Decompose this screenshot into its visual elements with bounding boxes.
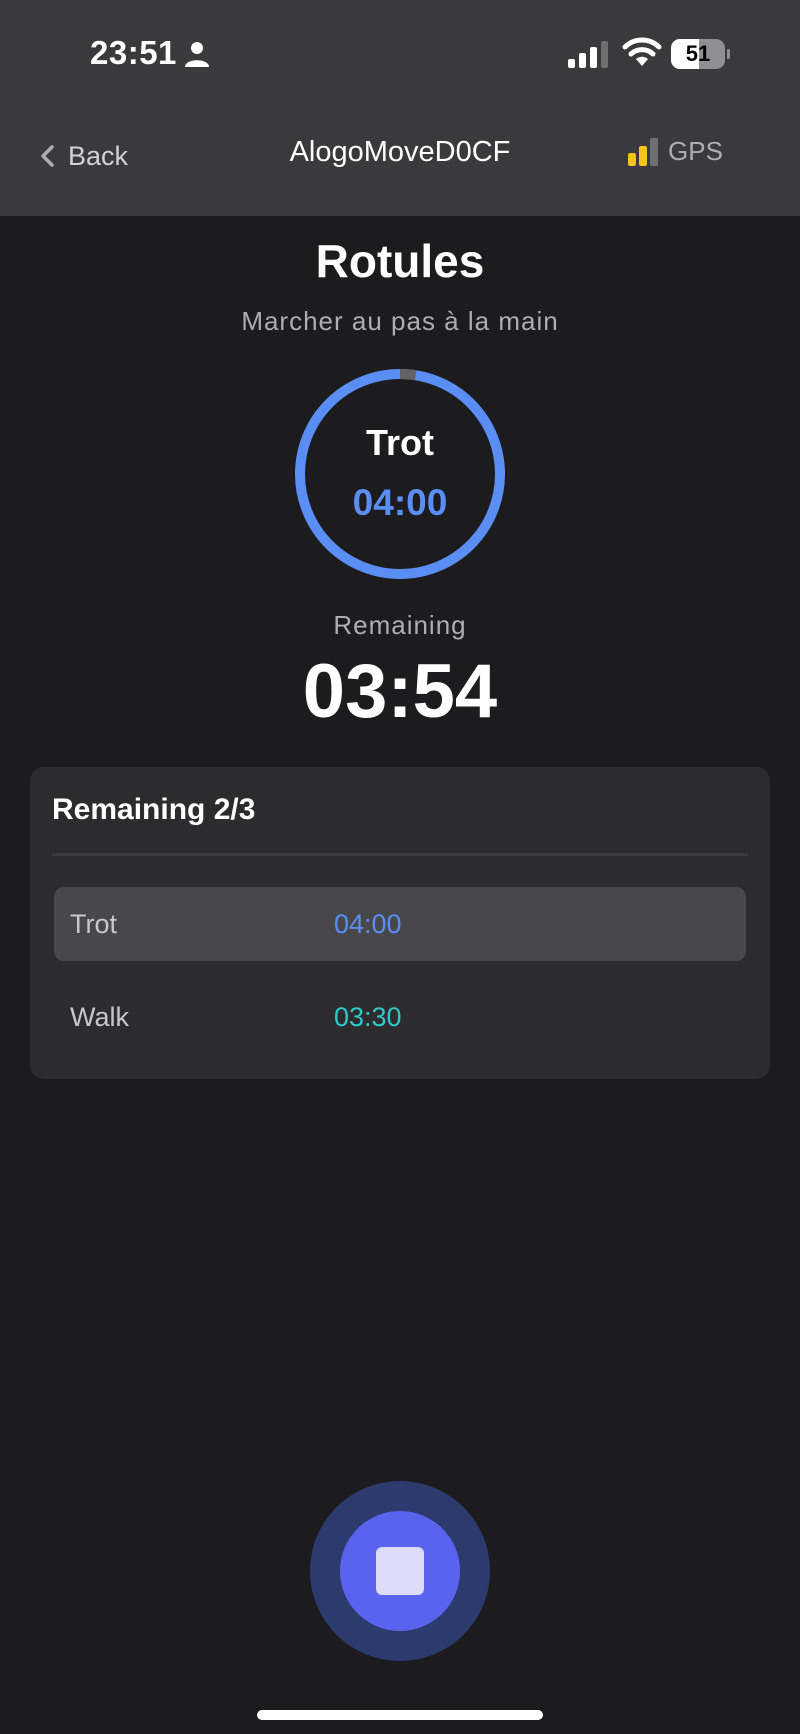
cellular-signal-icon xyxy=(568,41,608,68)
step-progress-ring xyxy=(295,369,505,579)
wifi-icon xyxy=(622,37,662,66)
battery-indicator: 51 xyxy=(671,39,730,69)
remaining-time: 03:54 xyxy=(302,649,498,734)
exercise-subtitle: Marcher au pas à la main xyxy=(241,306,559,336)
steps-card: Remaining 2/3 Trot 04:00 Walk 03:30 xyxy=(30,767,770,1079)
battery-body: 51 xyxy=(671,39,725,69)
stop-icon xyxy=(376,1547,424,1595)
person-icon xyxy=(185,42,209,67)
battery-cap xyxy=(727,49,730,59)
step-row-trot[interactable]: Trot 04:00 xyxy=(54,887,746,961)
steps-card-title: Remaining 2/3 xyxy=(52,793,256,826)
step-time: 03:30 xyxy=(334,1002,402,1032)
back-button[interactable]: Back xyxy=(38,136,128,176)
step-name: Trot xyxy=(70,909,117,939)
divider xyxy=(52,853,748,856)
device-title: AlogoMoveD0CF xyxy=(289,136,511,168)
current-step-time: 04:00 xyxy=(352,482,448,523)
battery-percent: 51 xyxy=(685,41,711,66)
top-bar: 23:51 51 Back AlogoMoveD0CF GPS xyxy=(0,0,800,216)
gps-signal-icon xyxy=(628,137,658,166)
gps-label: GPS xyxy=(668,136,723,166)
remaining-label: Remaining xyxy=(333,610,467,640)
step-row-walk[interactable]: Walk 03:30 xyxy=(54,980,746,1054)
status-time: 23:51 xyxy=(90,34,177,71)
step-name: Walk xyxy=(70,1002,129,1032)
step-time: 04:00 xyxy=(334,909,402,939)
exercise-title: Rotules xyxy=(315,235,485,287)
current-step-label: Trot xyxy=(366,422,434,463)
home-indicator xyxy=(257,1710,543,1720)
ring-track xyxy=(295,369,505,579)
stop-button[interactable] xyxy=(340,1511,460,1631)
back-label: Back xyxy=(68,140,129,171)
stop-button-halo xyxy=(310,1481,490,1661)
chevron-left-icon xyxy=(41,145,54,167)
gps-status[interactable]: GPS xyxy=(626,136,723,167)
